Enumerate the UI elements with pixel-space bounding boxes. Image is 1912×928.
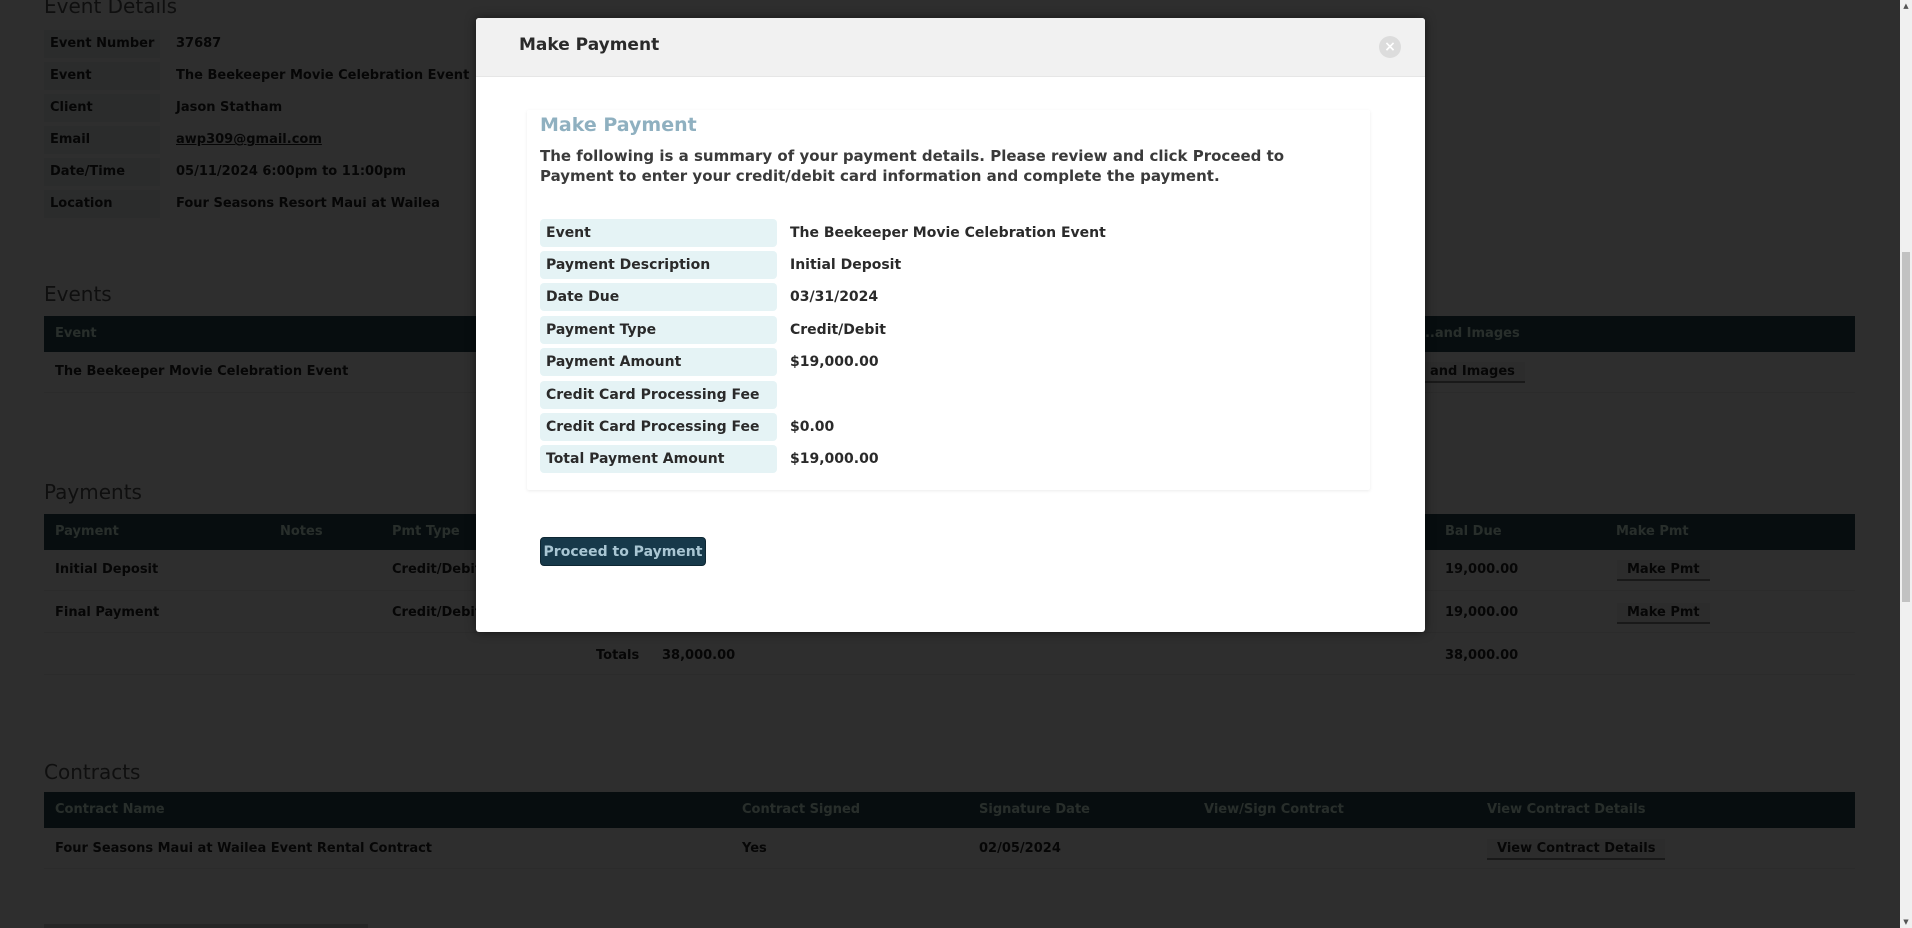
detail-label-event: Event <box>540 219 777 247</box>
detail-value-date-due: 03/31/2024 <box>790 289 879 305</box>
proceed-to-payment-button[interactable]: Proceed to Payment <box>540 537 706 566</box>
make-payment-modal: Make Payment × Make Payment The followin… <box>476 18 1425 632</box>
scroll-down-arrow-icon[interactable]: ▼ <box>1900 916 1912 928</box>
modal-title: Make Payment <box>519 35 660 55</box>
payment-summary-description: The following is a summary of your payme… <box>540 147 1285 185</box>
detail-label-total-payment: Total Payment Amount <box>540 445 777 473</box>
detail-value-payment-type: Credit/Debit <box>790 322 886 338</box>
vertical-scrollbar[interactable]: ▲ ▼ <box>1900 0 1912 928</box>
detail-label-cc-fee: Credit Card Processing Fee <box>540 413 777 441</box>
detail-label-payment-type: Payment Type <box>540 316 777 344</box>
close-icon[interactable]: × <box>1379 36 1401 58</box>
scroll-up-arrow-icon[interactable]: ▲ <box>1900 0 1912 12</box>
payment-summary-heading: Make Payment <box>540 114 697 136</box>
detail-label-date-due: Date Due <box>540 283 777 311</box>
detail-label-payment-amount: Payment Amount <box>540 348 777 376</box>
scrollbar-thumb[interactable] <box>1902 252 1910 602</box>
detail-value-payment-amount: $19,000.00 <box>790 354 879 370</box>
modal-header: Make Payment × <box>476 18 1425 77</box>
detail-label-cc-fee-percent: Credit Card Processing Fee % <box>540 381 777 431</box>
detail-label-payment-description: Payment Description <box>540 251 777 279</box>
detail-value-payment-description: Initial Deposit <box>790 257 902 273</box>
detail-value-cc-fee: $0.00 <box>790 419 835 435</box>
detail-value-total-payment: $19,000.00 <box>790 451 879 467</box>
detail-value-event: The Beekeeper Movie Celebration Event <box>790 225 1106 241</box>
